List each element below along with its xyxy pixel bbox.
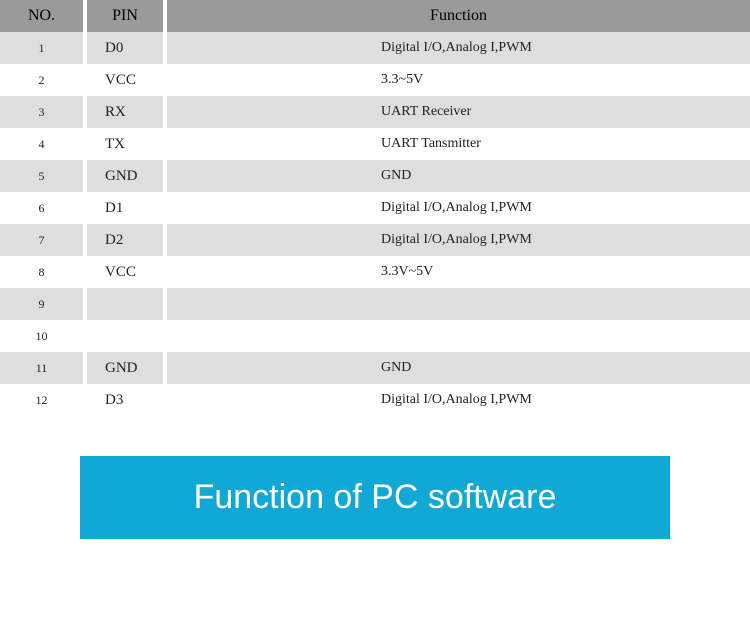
cell-function: UART Tansmitter <box>165 128 750 160</box>
table-row: 3 RX UART Receiver <box>0 96 750 128</box>
table-row: 4 TX UART Tansmitter <box>0 128 750 160</box>
cell-no: 2 <box>0 64 85 96</box>
table-row: 12 D3 Digital I/O,Analog I,PWM <box>0 384 750 416</box>
cell-pin: D3 <box>85 384 165 416</box>
cell-no: 4 <box>0 128 85 160</box>
cell-pin: GND <box>85 352 165 384</box>
table-row: 5 GND GND <box>0 160 750 192</box>
cell-function: Digital I/O,Analog I,PWM <box>165 32 750 64</box>
cell-no: 5 <box>0 160 85 192</box>
cell-no: 7 <box>0 224 85 256</box>
cell-function: Digital I/O,Analog I,PWM <box>165 224 750 256</box>
table-row: 6 D1 Digital I/O,Analog I,PWM <box>0 192 750 224</box>
header-pin: PIN <box>85 0 165 32</box>
cell-function: UART Receiver <box>165 96 750 128</box>
cell-function: 3.3~5V <box>165 64 750 96</box>
cell-function: GND <box>165 160 750 192</box>
cell-pin: VCC <box>85 64 165 96</box>
cell-pin: GND <box>85 160 165 192</box>
cell-pin: TX <box>85 128 165 160</box>
table-row: 2 VCC 3.3~5V <box>0 64 750 96</box>
pin-function-table: NO. PIN Function 1 D0 Digital I/O,Analog… <box>0 0 750 416</box>
table-row: 11 GND GND <box>0 352 750 384</box>
cell-pin <box>85 288 165 320</box>
cell-function: Digital I/O,Analog I,PWM <box>165 192 750 224</box>
cell-function <box>165 320 750 352</box>
cell-pin: VCC <box>85 256 165 288</box>
cell-no: 3 <box>0 96 85 128</box>
cell-no: 12 <box>0 384 85 416</box>
table-row: 10 <box>0 320 750 352</box>
cell-no: 6 <box>0 192 85 224</box>
cell-no: 1 <box>0 32 85 64</box>
section-banner: Function of PC software <box>80 456 670 539</box>
cell-function: GND <box>165 352 750 384</box>
cell-function: Digital I/O,Analog I,PWM <box>165 384 750 416</box>
table-row: 9 <box>0 288 750 320</box>
cell-function: 3.3V~5V <box>165 256 750 288</box>
cell-pin: RX <box>85 96 165 128</box>
cell-pin <box>85 320 165 352</box>
header-function: Function <box>165 0 750 32</box>
cell-function <box>165 288 750 320</box>
cell-no: 9 <box>0 288 85 320</box>
cell-pin: D0 <box>85 32 165 64</box>
header-no: NO. <box>0 0 85 32</box>
cell-no: 10 <box>0 320 85 352</box>
table-row: 7 D2 Digital I/O,Analog I,PWM <box>0 224 750 256</box>
cell-no: 11 <box>0 352 85 384</box>
table-row: 1 D0 Digital I/O,Analog I,PWM <box>0 32 750 64</box>
banner-wrap: Function of PC software <box>0 416 750 559</box>
cell-no: 8 <box>0 256 85 288</box>
table-row: 8 VCC 3.3V~5V <box>0 256 750 288</box>
table-header: NO. PIN Function <box>0 0 750 32</box>
cell-pin: D2 <box>85 224 165 256</box>
cell-pin: D1 <box>85 192 165 224</box>
